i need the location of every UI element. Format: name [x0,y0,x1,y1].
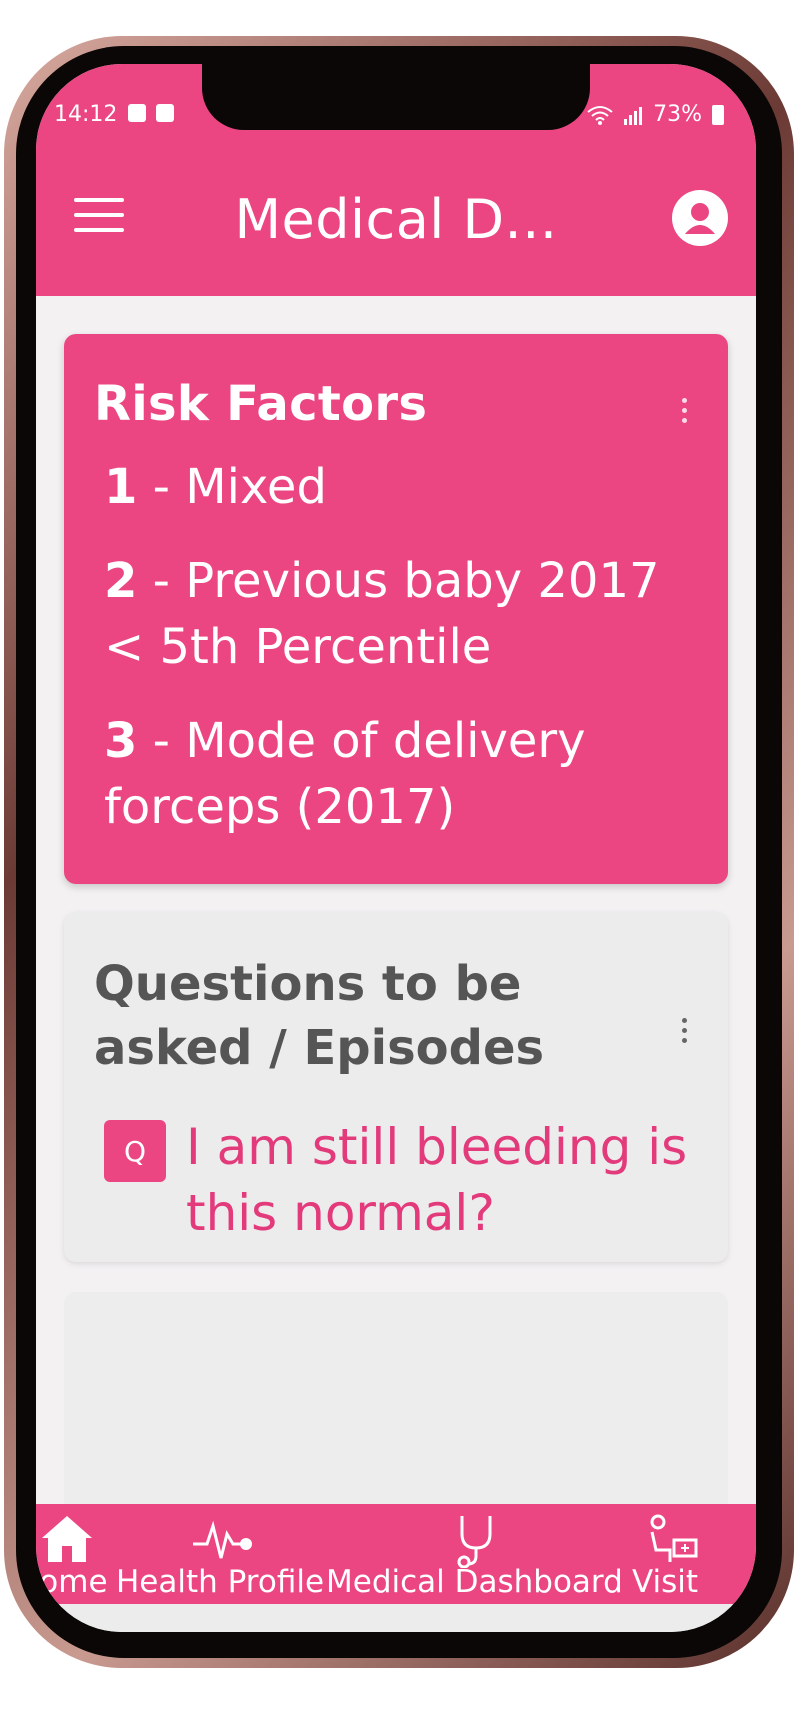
risk-factors-card: Risk Factors 1 - Mixed 2 - Previous baby… [64,334,728,884]
partial-card [64,1292,728,1504]
questions-card: Questions to be asked / Episodes Q I am … [64,912,728,1262]
risk-factors-title: Risk Factors [94,376,428,432]
nav-item-health-profile[interactable]: Health Profile [116,1504,326,1604]
question-item[interactable]: Q I am still bleeding is this normal? [94,1114,698,1246]
risk-card-more-icon[interactable] [682,398,690,428]
questions-title: Questions to be asked / Episodes [94,956,545,1076]
bottom-navigation: Home Health Profile Medical Dashboard Vi… [36,1504,756,1604]
stethoscope-icon [457,1516,492,1568]
home-icon [42,1516,92,1562]
battery-percentage: 73% [653,102,702,127]
camera-notch [202,64,590,130]
app-notification-icon [156,104,174,122]
heartbeat-icon [193,1520,252,1559]
nav-label-medical-dashboard: Medical Dashboard [326,1564,623,1600]
signal-icon [624,106,643,125]
question-text: I am still bleeding is this normal? [186,1118,688,1242]
nav-item-visit[interactable]: Visit [632,1504,756,1604]
status-time: 14:12 [54,102,118,127]
risk-factor-item: 3 - Mode of delivery forceps (2017) [104,713,586,835]
questions-card-more-icon[interactable] [682,1018,690,1048]
visit-icon [650,1514,698,1562]
app-bar: Medical D... [36,156,756,296]
nav-label-home: Home [36,1564,108,1600]
battery-icon [712,104,724,125]
image-notification-icon [128,104,146,122]
wifi-icon [587,105,613,125]
nav-item-medical-dashboard[interactable]: Medical Dashboard [326,1504,626,1604]
phone-screen: 14:12 73% Medical D... Risk Factors 1 - … [36,64,756,1632]
profile-avatar-icon[interactable] [672,190,728,246]
nav-label-visit: Visit [632,1564,699,1600]
risk-factor-item: 2 - Previous baby 2017 < 5th Percentile [104,553,660,675]
main-content[interactable]: Risk Factors 1 - Mixed 2 - Previous baby… [36,296,756,1504]
risk-factors-list: 1 - Mixed 2 - Previous baby 2017 < 5th P… [94,454,698,840]
nav-label-health-profile: Health Profile [116,1564,325,1600]
system-navigation-bar [36,1604,756,1632]
risk-factor-item: 1 - Mixed [104,459,327,515]
page-title: Medical D... [234,188,558,251]
question-badge: Q [104,1120,166,1182]
